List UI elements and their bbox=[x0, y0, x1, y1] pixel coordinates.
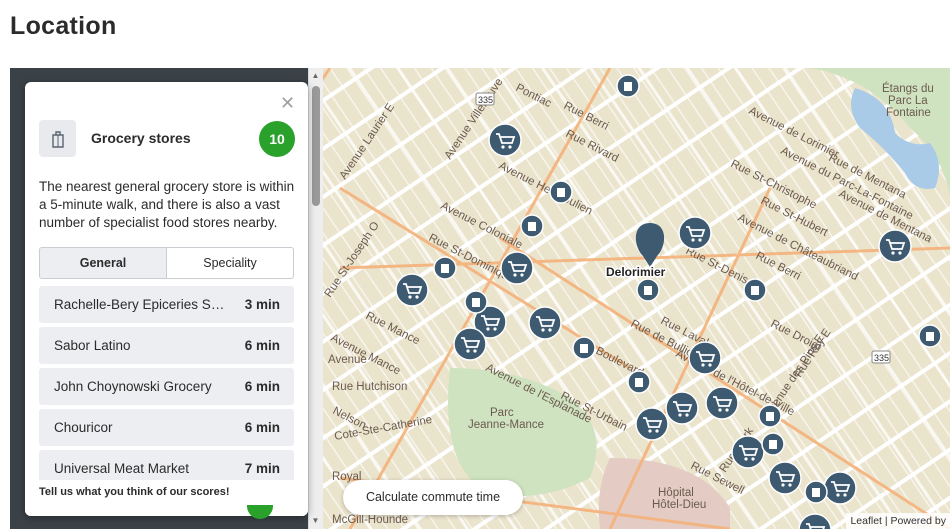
cart-marker[interactable] bbox=[528, 306, 562, 340]
bag-marker[interactable] bbox=[464, 290, 488, 314]
map[interactable]: Pontiac Rue Berri Rue Rivard Avenue Laur… bbox=[10, 68, 950, 529]
svg-text:Parc: Parc bbox=[490, 407, 514, 419]
store-name: Chouricor bbox=[54, 420, 113, 435]
store-list: Rachelle-Bery Epiceries Sa… 3 min Sabor … bbox=[39, 286, 294, 491]
store-walk-time: 3 min bbox=[244, 297, 280, 312]
store-walk-time: 6 min bbox=[244, 338, 280, 353]
bag-marker[interactable] bbox=[918, 324, 942, 348]
svg-text:Hôpital: Hôpital bbox=[658, 487, 694, 499]
cart-marker[interactable] bbox=[635, 407, 669, 441]
store-row[interactable]: Chouricor 6 min bbox=[39, 409, 294, 446]
bag-icon bbox=[39, 120, 76, 157]
page-title: Location bbox=[10, 12, 117, 40]
store-row[interactable]: John Choynowski Grocery 6 min bbox=[39, 368, 294, 405]
bag-marker[interactable] bbox=[627, 370, 651, 394]
cart-marker[interactable] bbox=[453, 327, 487, 361]
store-row[interactable]: Rachelle-Bery Epiceries Sa… 3 min bbox=[39, 286, 294, 323]
svg-text:Fontaine: Fontaine bbox=[886, 107, 931, 119]
location-label: Delorimier bbox=[606, 265, 666, 279]
store-walk-time: 6 min bbox=[244, 420, 280, 435]
store-row[interactable]: Sabor Latino 6 min bbox=[39, 327, 294, 364]
store-walk-time: 6 min bbox=[244, 379, 280, 394]
store-name: Rachelle-Bery Epiceries Sa… bbox=[54, 297, 229, 312]
bag-marker[interactable] bbox=[758, 404, 782, 428]
calculate-commute-button[interactable]: Calculate commute time bbox=[343, 480, 523, 515]
tab-general[interactable]: General bbox=[40, 248, 167, 278]
category-panel: ✕ Grocery stores 10 The nearest general … bbox=[25, 82, 308, 516]
scroll-down-icon[interactable]: ▼ bbox=[309, 516, 322, 526]
svg-text:Parc La: Parc La bbox=[888, 95, 928, 107]
bag-marker[interactable] bbox=[572, 336, 596, 360]
bag-marker[interactable] bbox=[743, 278, 767, 302]
score-badge: 10 bbox=[259, 121, 295, 157]
cart-marker[interactable] bbox=[823, 471, 857, 505]
cart-marker[interactable] bbox=[488, 123, 522, 157]
cart-marker[interactable] bbox=[665, 391, 699, 425]
cart-marker[interactable] bbox=[731, 435, 765, 469]
cart-marker[interactable] bbox=[768, 461, 802, 495]
close-icon[interactable]: ✕ bbox=[280, 94, 295, 112]
cart-marker[interactable] bbox=[878, 229, 912, 263]
svg-text:Avenue: Avenue bbox=[328, 354, 367, 366]
svg-text:335: 335 bbox=[874, 353, 889, 363]
map-attribution[interactable]: Leaflet | Powered by bbox=[846, 513, 950, 529]
cart-marker[interactable] bbox=[688, 341, 722, 375]
category-title: Grocery stores bbox=[91, 130, 191, 146]
store-name: Sabor Latino bbox=[54, 338, 131, 353]
tab-speciality[interactable]: Speciality bbox=[167, 248, 293, 278]
category-description: The nearest general grocery store is wit… bbox=[39, 179, 295, 230]
store-name: John Choynowski Grocery bbox=[54, 379, 212, 394]
bag-marker[interactable] bbox=[761, 432, 785, 456]
cart-marker[interactable] bbox=[678, 216, 712, 250]
bag-marker[interactable] bbox=[549, 180, 573, 204]
scroll-up-icon[interactable]: ▲ bbox=[309, 71, 322, 81]
feedback-link[interactable]: Tell us what you think of our scores! bbox=[39, 486, 230, 498]
store-type-tabs: General Speciality bbox=[39, 247, 294, 279]
cart-marker[interactable] bbox=[500, 251, 534, 285]
svg-text:Étangs du: Étangs du bbox=[882, 82, 934, 95]
cart-marker[interactable] bbox=[705, 386, 739, 420]
bag-marker[interactable] bbox=[433, 256, 457, 280]
svg-text:Rue Hutchison: Rue Hutchison bbox=[332, 381, 407, 393]
svg-text:Hôtel-Dieu: Hôtel-Dieu bbox=[652, 499, 706, 511]
scrollbar-thumb[interactable] bbox=[312, 86, 320, 206]
bag-marker[interactable] bbox=[520, 214, 544, 238]
svg-text:Jeanne-Mance: Jeanne-Mance bbox=[468, 419, 544, 431]
svg-text:McGill-Hounde: McGill-Hounde bbox=[332, 514, 408, 526]
bag-marker[interactable] bbox=[804, 480, 828, 504]
cart-marker[interactable] bbox=[395, 273, 429, 307]
bag-marker[interactable] bbox=[636, 278, 660, 302]
svg-text:335: 335 bbox=[478, 95, 493, 105]
bag-marker[interactable] bbox=[616, 74, 640, 98]
